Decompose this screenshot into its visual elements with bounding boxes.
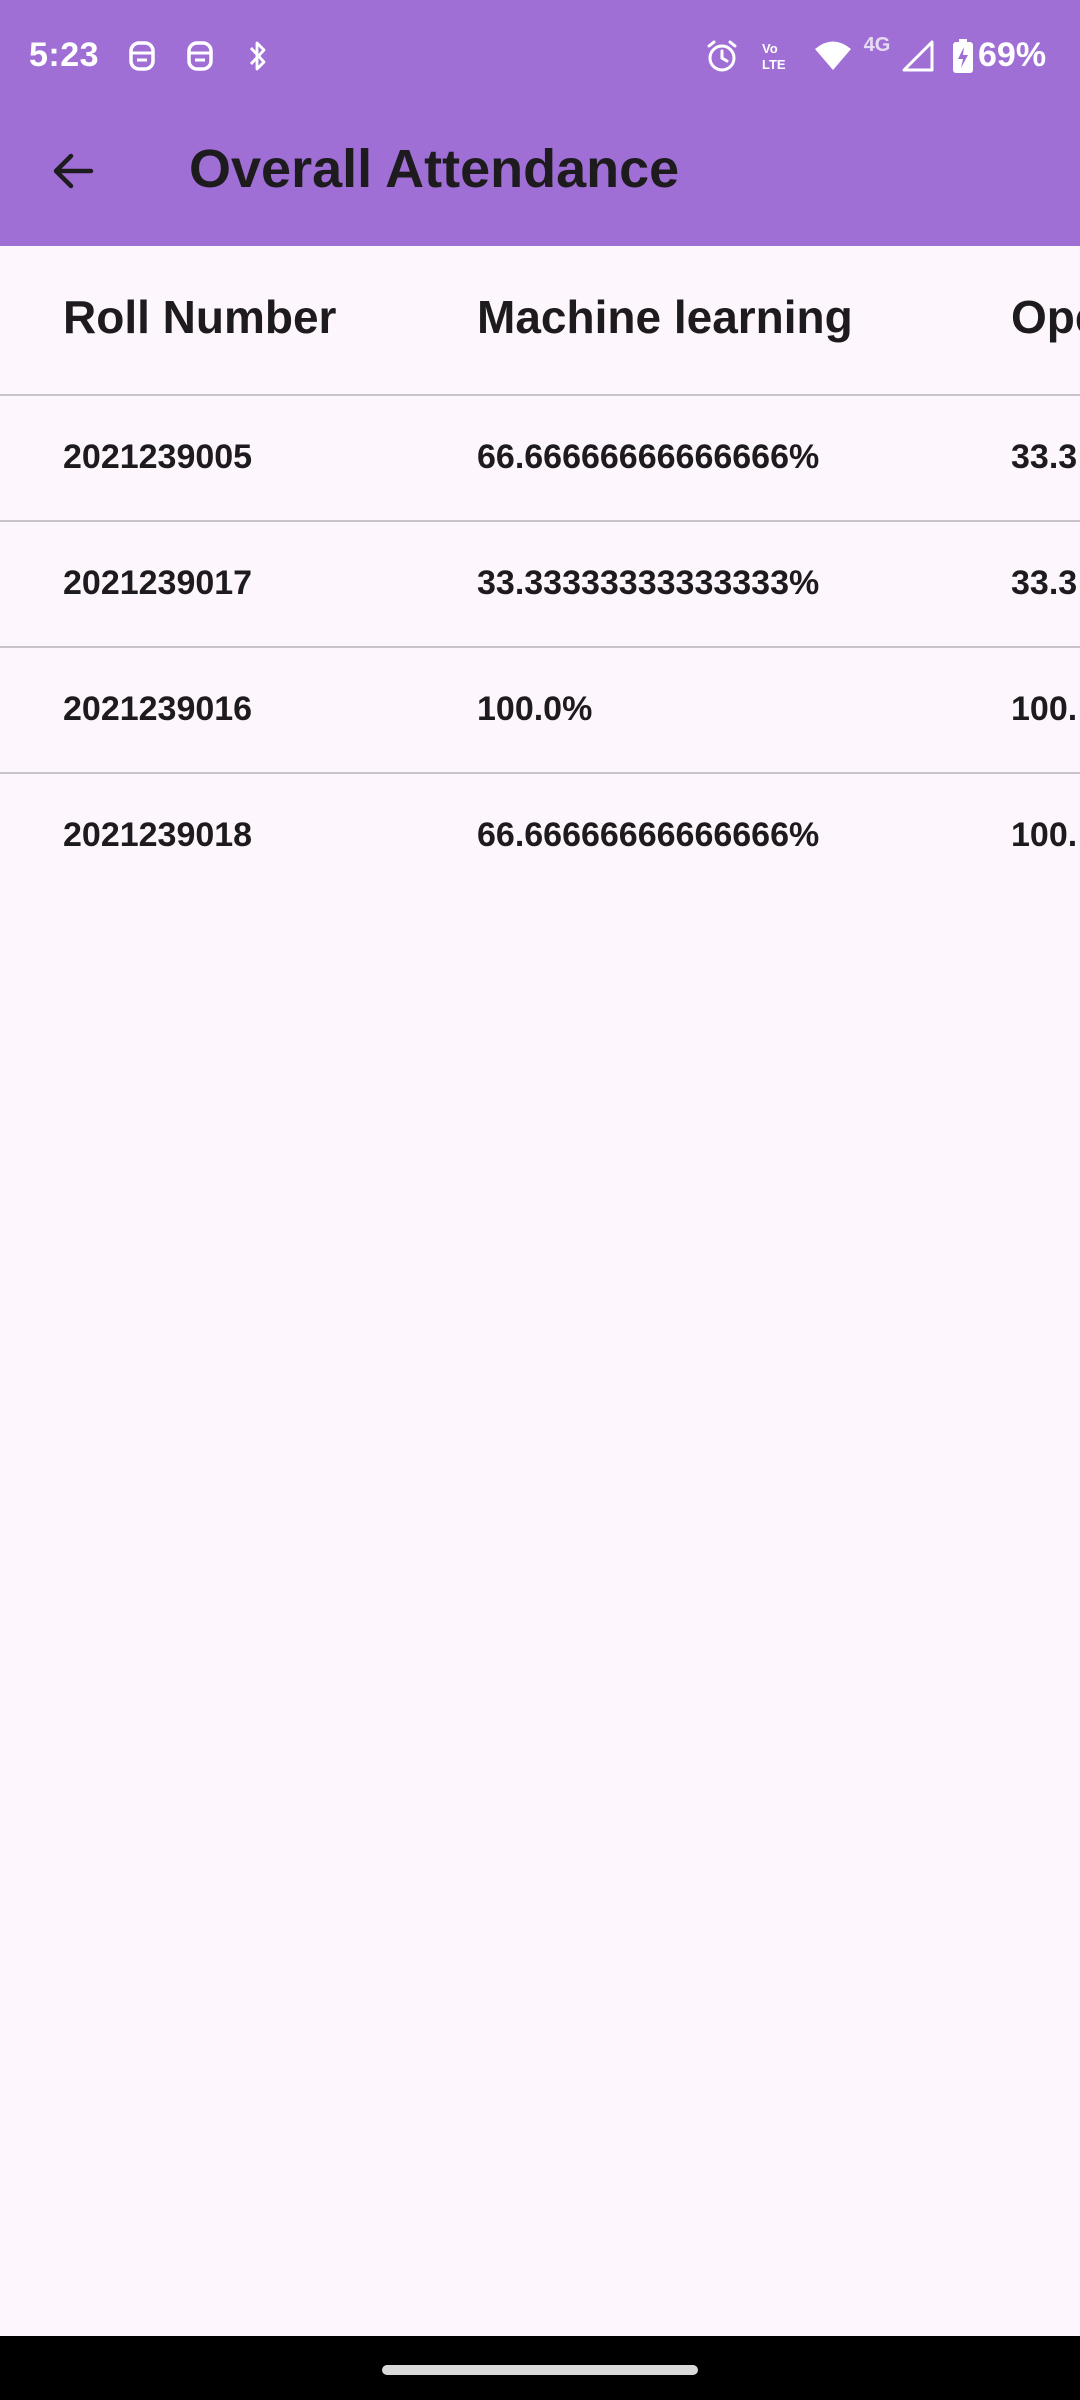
status-bar: 5:23 Vo LTE 4G 69% [0, 0, 1080, 118]
volte-icon: Vo LTE [758, 38, 798, 74]
header-machine-learning: Machine learning [477, 291, 853, 343]
attendance-table[interactable]: Roll Number Machine learning Ope 2021239… [0, 246, 1080, 898]
attendance-cell: 33.3 [1011, 438, 1078, 476]
table-row: 2021239018 66.66666666666666% 100. [0, 774, 1080, 898]
table-row: 2021239005 66.66666666666666% 33.3 [0, 396, 1080, 522]
arrow-back-icon [49, 147, 97, 200]
top-app-area: 5:23 Vo LTE 4G 69% Overall Attendance [0, 0, 1080, 246]
roll-number-cell: 2021239005 [63, 438, 253, 476]
attendance-cell: 100.0% [477, 690, 593, 728]
battery-percentage: 69% [978, 36, 1047, 74]
header-column-3: Ope [1011, 291, 1080, 343]
status-time: 5:23 [29, 36, 100, 74]
alarm-icon [704, 38, 740, 74]
attendance-cell: 100. [1011, 690, 1078, 728]
notification-icon [124, 38, 160, 74]
bluetooth-icon [240, 38, 276, 74]
svg-text:Vo: Vo [762, 41, 778, 56]
roll-number-cell: 2021239016 [63, 690, 253, 728]
battery-icon [948, 38, 978, 74]
svg-text:LTE: LTE [762, 57, 786, 72]
system-navigation-bar [0, 2336, 1080, 2400]
attendance-cell: 66.66666666666666% [477, 438, 820, 476]
back-button[interactable] [40, 140, 106, 206]
app-bar: Overall Attendance [0, 118, 1080, 246]
notification-icon [182, 38, 218, 74]
wifi-icon [812, 38, 854, 74]
roll-number-cell: 2021239018 [63, 816, 253, 854]
attendance-cell: 33.3 [1011, 564, 1078, 602]
attendance-cell: 66.66666666666666% [477, 816, 820, 854]
header-roll-number: Roll Number [63, 291, 337, 343]
signal-icon [900, 38, 936, 74]
table-header-row: Roll Number Machine learning Ope [0, 246, 1080, 396]
roll-number-cell: 2021239017 [63, 564, 253, 602]
attendance-cell: 33.33333333333333% [477, 564, 820, 602]
page-title: Overall Attendance [189, 139, 680, 199]
home-gesture-handle[interactable] [382, 2365, 698, 2375]
table-row: 2021239016 100.0% 100. [0, 648, 1080, 774]
network-type-label: 4G [863, 33, 891, 56]
table-row: 2021239017 33.33333333333333% 33.3 [0, 522, 1080, 648]
attendance-cell: 100. [1011, 816, 1078, 854]
